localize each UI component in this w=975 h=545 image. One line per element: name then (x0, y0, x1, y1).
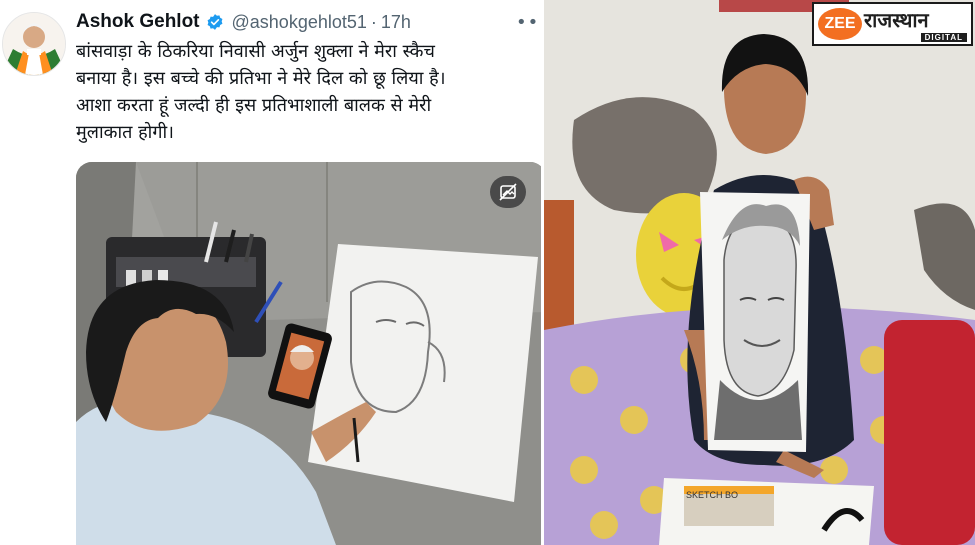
tweet-card: Ashok Gehlot @ashokgehlot51 · 17h ••• बा… (0, 0, 541, 545)
boy-with-portrait-photo: SKETCH BO (544, 0, 975, 545)
tweet-text-line: आशा करता हूं जल्दी ही इस प्रतिभाशाली बाल… (76, 95, 432, 116)
boy-sketching-photo (76, 162, 541, 545)
author-name[interactable]: Ashok Gehlot (76, 11, 200, 33)
tweet-media-photo[interactable] (76, 162, 541, 545)
tweet-header: Ashok Gehlot @ashokgehlot51 · 17h (76, 9, 411, 35)
tweet-text-line: मुलाकात होगी। (76, 122, 174, 143)
more-horizontal-icon[interactable]: ••• (516, 12, 541, 33)
tweet-text-line: बनाया है। इस बच्चे की प्रतिभा ने मेरे दि… (76, 68, 446, 89)
zee-rajasthan-logo: ZEE राजस्थान DIGITAL (812, 2, 973, 46)
logo-subtitle: DIGITAL (920, 33, 967, 42)
tweet-timestamp[interactable]: 17h (381, 12, 411, 33)
verified-badge-icon (207, 14, 222, 30)
image-description-icon[interactable] (490, 176, 526, 208)
logo-title: राजस्थान (864, 8, 929, 32)
tweet-text-line: बांसवाड़ा के ठिकरिया निवासी अर्जुन शुक्ल… (76, 41, 435, 62)
zee-brand-mark: ZEE (818, 8, 862, 40)
avatar[interactable] (2, 12, 66, 76)
image-description-glyph (499, 183, 517, 201)
boy-with-portrait-image: SKETCH BO (544, 0, 975, 545)
avatar-image (3, 13, 65, 75)
author-handle[interactable]: @ashokgehlot51 (232, 12, 367, 33)
tweet-text: बांसवाड़ा के ठिकरिया निवासी अर्जुन शुक्ल… (76, 38, 536, 146)
separator-dot: · (370, 11, 377, 32)
sketchbook-label: SKETCH BO (686, 490, 738, 500)
